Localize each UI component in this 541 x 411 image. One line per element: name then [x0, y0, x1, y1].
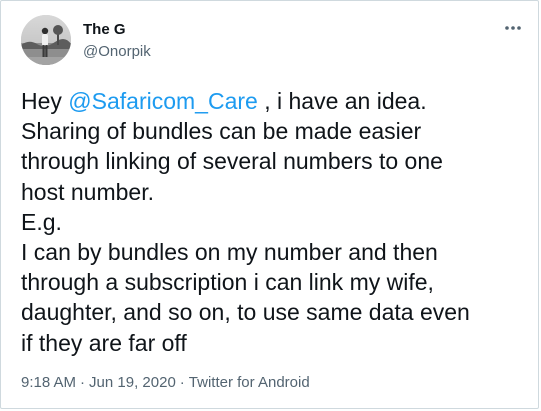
tweet-time[interactable]: 9:18 AM	[21, 373, 76, 393]
tweet-text: Hey @Safaricom_Care , i have an idea. Sh…	[21, 86, 526, 358]
meta-separator: ·	[80, 374, 86, 391]
tweet-meta: 9:18 AM · Jun 19, 2020 · Twitter for Android	[21, 373, 310, 393]
more-options-button[interactable]	[500, 17, 526, 39]
tweet-date[interactable]: Jun 19, 2020	[89, 373, 176, 393]
author-handle[interactable]: @Onorpik	[83, 42, 151, 62]
tweet-header: The G @Onorpik	[21, 15, 526, 67]
avatar-photo-icon	[21, 15, 71, 65]
tweet-text-body: , i have an idea. Sharing of bundles can…	[21, 88, 470, 356]
tweet-text-prefix: Hey	[21, 88, 69, 114]
mention-link[interactable]: @Safaricom_Care	[68, 88, 258, 114]
more-horizontal-icon	[505, 26, 521, 30]
meta-separator: ·	[179, 374, 185, 391]
avatar[interactable]	[21, 15, 71, 65]
tweet-card: The G @Onorpik Hey @Safaricom_Care , i h…	[0, 0, 539, 409]
author-display-name[interactable]: The G	[83, 21, 151, 39]
author-names: The G @Onorpik	[83, 21, 151, 62]
tweet-source[interactable]: Twitter for Android	[189, 373, 310, 393]
